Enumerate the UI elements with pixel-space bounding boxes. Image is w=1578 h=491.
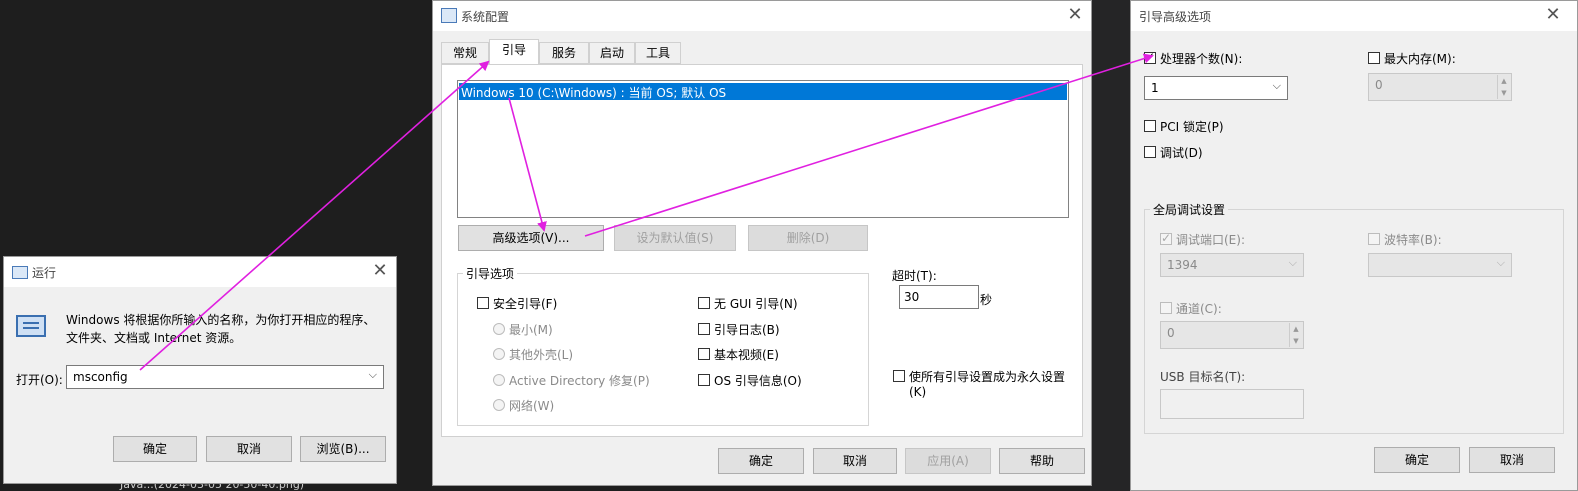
arrow-run-to-boot-tab bbox=[139, 60, 490, 371]
arrow-advanced-to-processors bbox=[584, 53, 1154, 237]
arrow-entry-to-advanced bbox=[508, 97, 547, 232]
annotation-arrows bbox=[139, 53, 1154, 371]
